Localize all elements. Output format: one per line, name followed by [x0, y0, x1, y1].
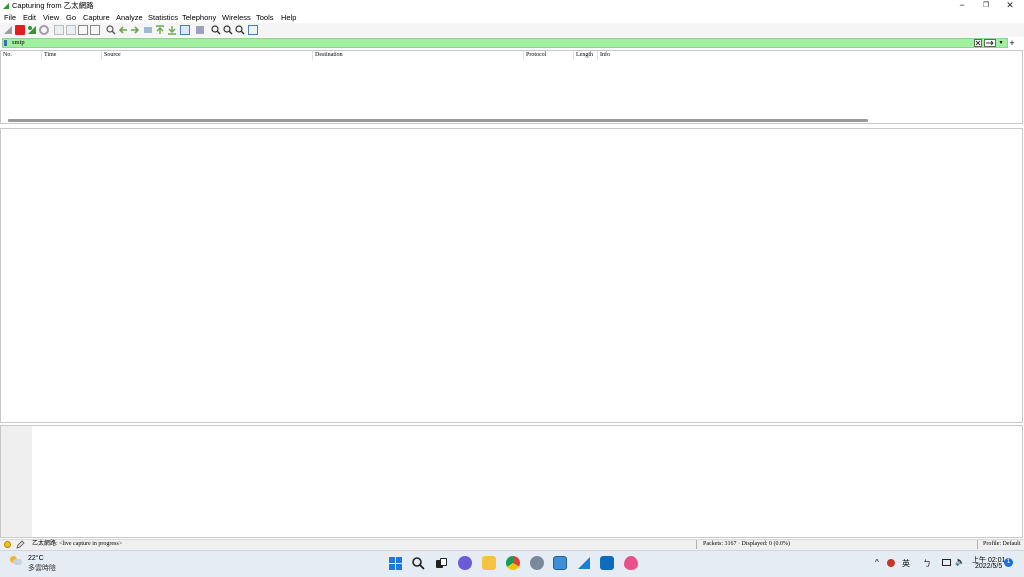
packet-bytes-pane[interactable]	[0, 425, 1023, 538]
column-header-source[interactable]: Source	[104, 51, 121, 60]
start-menu-icon[interactable]	[388, 556, 402, 570]
zoom-out-icon[interactable]	[223, 25, 233, 35]
tray-app-icon[interactable]	[887, 559, 895, 567]
chrome-icon[interactable]	[506, 556, 520, 570]
horizontal-scrollbar[interactable]	[8, 119, 868, 122]
go-forward-icon[interactable]	[130, 25, 140, 35]
menu-telephony[interactable]: Telephony	[182, 13, 216, 23]
outlook-icon[interactable]	[600, 556, 614, 570]
packet-details-pane[interactable]	[0, 128, 1023, 423]
maximize-button[interactable]: ❐	[974, 0, 998, 12]
menu-statistics[interactable]: Statistics	[148, 13, 178, 23]
add-filter-button[interactable]: +	[1008, 37, 1016, 49]
wireshark-taskbar-icon[interactable]	[577, 556, 591, 570]
go-first-packet-icon[interactable]	[155, 25, 165, 35]
menu-file[interactable]: File	[4, 13, 16, 23]
status-divider	[696, 540, 697, 549]
capture-status-text: 乙太網路: <live capture in progress>	[32, 541, 123, 547]
zoom-in-icon[interactable]	[211, 25, 221, 35]
go-last-packet-icon[interactable]	[167, 25, 177, 35]
column-header-protocol[interactable]: Protocol	[526, 51, 546, 60]
settings-icon[interactable]	[530, 556, 544, 570]
menu-tools[interactable]: Tools	[256, 13, 274, 23]
autoscroll-icon[interactable]	[180, 25, 190, 35]
menu-wireless[interactable]: Wireless	[222, 13, 251, 23]
volume-icon[interactable]: 🔈	[955, 557, 965, 566]
reload-file-icon[interactable]	[90, 25, 100, 35]
column-header-no[interactable]: No.	[3, 51, 12, 60]
display-filter-input[interactable]	[2, 38, 1008, 48]
file-explorer-icon[interactable]	[482, 556, 496, 570]
ime-language-indicator[interactable]: 英	[902, 558, 910, 569]
menu-analyze[interactable]: Analyze	[116, 13, 143, 23]
column-divider[interactable]	[523, 51, 524, 60]
column-divider[interactable]	[597, 51, 598, 60]
close-file-icon[interactable]	[78, 25, 88, 35]
bytes-offset-gutter	[1, 426, 32, 537]
save-file-icon[interactable]	[66, 25, 76, 35]
menu-edit[interactable]: Edit	[23, 13, 36, 23]
network-icon[interactable]	[942, 559, 951, 566]
wireshark-logo-icon	[3, 3, 9, 9]
app-icon[interactable]	[624, 556, 638, 570]
weather-temperature[interactable]: 22°C	[28, 555, 44, 562]
ime-mode-icon[interactable]: ㄅ	[923, 558, 931, 569]
stop-capture-icon[interactable]	[15, 25, 25, 35]
column-divider[interactable]	[41, 51, 42, 60]
minimize-button[interactable]: −	[950, 0, 974, 12]
window-title: Capturing from 乙太網路	[12, 1, 94, 10]
show-hidden-icons-chevron-icon[interactable]: ^	[875, 558, 879, 567]
close-button[interactable]: ✕	[998, 0, 1022, 12]
start-capture-icon[interactable]	[3, 25, 13, 35]
weather-description[interactable]: 多雲時陰	[28, 563, 56, 573]
filter-text: smtp	[12, 39, 25, 46]
chat-icon[interactable]	[458, 556, 472, 570]
normal-size-icon[interactable]	[235, 25, 245, 35]
clear-filter-icon[interactable]	[974, 39, 982, 47]
title-bar	[0, 0, 1024, 12]
restart-capture-icon[interactable]	[27, 25, 37, 35]
colorize-icon[interactable]	[195, 25, 205, 35]
filter-history-dropdown[interactable]: ▾	[997, 38, 1005, 48]
menu-go[interactable]: Go	[66, 13, 76, 23]
go-back-icon[interactable]	[118, 25, 128, 35]
resize-columns-icon[interactable]	[248, 25, 258, 35]
column-header-info[interactable]: Info	[600, 51, 610, 60]
packet-list-pane[interactable]	[0, 50, 1023, 124]
clock-date[interactable]: 2022/5/5	[975, 563, 1002, 570]
menu-view[interactable]: View	[43, 13, 59, 23]
profile-text[interactable]: Profile: Default	[983, 540, 1021, 549]
capture-options-icon[interactable]	[39, 25, 49, 35]
main-toolbar	[0, 23, 1024, 37]
column-divider[interactable]	[101, 51, 102, 60]
weather-icon[interactable]	[10, 556, 22, 566]
apply-filter-icon[interactable]	[984, 39, 996, 47]
search-icon[interactable]	[411, 556, 425, 570]
find-packet-icon[interactable]	[106, 25, 116, 35]
notification-badge[interactable]: 1	[1004, 558, 1013, 567]
column-header-destination[interactable]: Destination	[315, 51, 343, 60]
edit-comment-icon[interactable]	[16, 540, 25, 549]
expert-info-icon[interactable]	[4, 541, 11, 548]
go-to-packet-icon[interactable]	[143, 25, 153, 35]
bookmark-icon[interactable]	[4, 40, 7, 46]
column-divider[interactable]	[312, 51, 313, 60]
menu-help[interactable]: Help	[281, 13, 296, 23]
status-divider	[977, 540, 978, 549]
column-header-time[interactable]: Time	[44, 51, 56, 60]
task-view-icon[interactable]	[434, 556, 448, 570]
remote-desktop-icon[interactable]	[553, 556, 567, 570]
column-divider[interactable]	[573, 51, 574, 60]
open-file-icon[interactable]	[54, 25, 64, 35]
menu-capture[interactable]: Capture	[83, 13, 110, 23]
column-header-length[interactable]: Length	[576, 51, 593, 60]
packet-count-text: Packets: 3167 · Displayed: 0 (0.0%)	[703, 541, 790, 547]
